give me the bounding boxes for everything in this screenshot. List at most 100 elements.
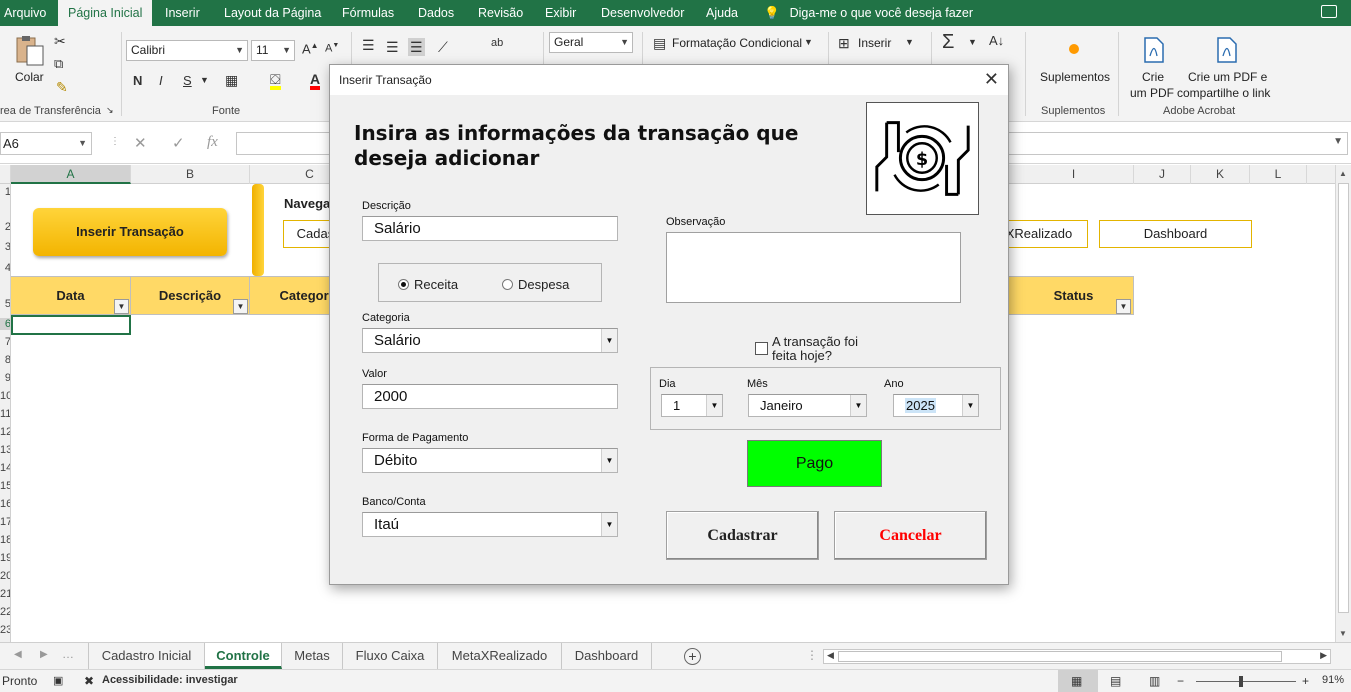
sort-filter-icon[interactable]: A↓ [989, 34, 1004, 47]
tab-inserir[interactable]: Inserir [165, 0, 200, 26]
row-header[interactable]: 10 [0, 390, 10, 402]
filter-dropdown-icon[interactable]: ▼ [1116, 299, 1131, 314]
create-pdf-line2[interactable]: um PDF [1130, 86, 1174, 100]
font-size-combo[interactable]: 11 ▼ [251, 40, 295, 61]
row-header[interactable]: 14 [0, 462, 10, 474]
italic-button[interactable]: I [159, 74, 163, 87]
categoria-select[interactable]: Salário ▼ [362, 328, 618, 353]
sheet-tab-fluxo-caixa[interactable]: Fluxo Caixa [343, 643, 438, 669]
row-header[interactable]: 7 [0, 336, 10, 348]
scroll-down-icon[interactable]: ▼ [1339, 629, 1347, 638]
row-header[interactable]: 8 [0, 354, 10, 366]
macro-record-icon[interactable]: ▣ [53, 674, 63, 687]
wrap-text-icon[interactable]: ab [491, 38, 503, 49]
ano-select[interactable]: 2025 ▼ [893, 394, 979, 417]
vertical-scrollbar[interactable]: ▲ ▼ [1335, 165, 1351, 642]
tab-formulas[interactable]: Fórmulas [342, 0, 394, 26]
add-sheet-button[interactable]: + [684, 648, 701, 665]
nav-dashboard-button[interactable]: Dashboard [1099, 220, 1252, 248]
underline-button[interactable]: S [183, 74, 192, 87]
create-pdf-line1[interactable]: Crie [1142, 70, 1164, 84]
row-header[interactable]: 2 [0, 221, 10, 233]
borders-icon[interactable]: ▦ [225, 73, 238, 87]
insert-transaction-button[interactable]: Inserir Transação [33, 208, 227, 256]
sheet-tab-cadastro-inicial[interactable]: Cadastro Inicial [88, 643, 205, 669]
row-header[interactable]: 13 [0, 444, 10, 456]
name-box[interactable]: A6 ▼ [0, 132, 92, 155]
paste-icon[interactable] [14, 34, 48, 68]
addins-button[interactable]: Suplementos [1040, 70, 1110, 84]
conditional-formatting-button[interactable]: Formatação Condicional [672, 36, 802, 50]
autosum-icon[interactable]: Σ [942, 32, 954, 52]
radio-despesa[interactable]: Despesa [502, 277, 569, 292]
splitter-icon[interactable]: ⋮ [806, 648, 818, 662]
share-pdf-line2[interactable]: compartilhe o link [1177, 86, 1270, 100]
row-header[interactable]: 19 [0, 552, 10, 564]
chevron-down-icon[interactable]: ▼ [905, 38, 914, 47]
increase-font-icon[interactable]: A▲ [302, 42, 319, 56]
orientation-icon[interactable]: ⟋ [438, 40, 448, 54]
pdf-icon[interactable] [1141, 36, 1167, 64]
page-break-icon[interactable]: ▥ [1149, 674, 1160, 688]
valor-input[interactable]: 2000 [362, 384, 618, 409]
pago-button[interactable]: Pago [747, 440, 882, 487]
zoom-level[interactable]: 91% [1322, 674, 1344, 686]
scroll-thumb[interactable] [838, 651, 1282, 662]
tab-pagina-inicial[interactable]: Página Inicial [58, 0, 153, 26]
dialog-launcher-icon[interactable]: ↘ [106, 106, 114, 115]
tab-exibir[interactable]: Exibir [545, 0, 576, 26]
chevron-down-icon[interactable]: ▼ [601, 449, 617, 472]
scroll-up-icon[interactable]: ▲ [1339, 169, 1347, 178]
zoom-out-icon[interactable]: − [1177, 674, 1184, 688]
forma-pagamento-select[interactable]: Débito ▼ [362, 448, 618, 473]
column-header-k[interactable]: K [1191, 165, 1250, 184]
tab-revisao[interactable]: Revisão [478, 0, 523, 26]
today-checkbox[interactable] [755, 342, 768, 355]
column-header-a[interactable]: A [11, 165, 131, 184]
addins-icon[interactable] [1069, 44, 1079, 54]
scroll-left-icon[interactable]: ◀ [827, 650, 834, 661]
close-icon[interactable]: ✕ [984, 69, 999, 90]
banco-select[interactable]: Itaú ▼ [362, 512, 618, 537]
row-header[interactable]: 11 [0, 408, 10, 420]
insert-cells-icon[interactable]: ⊞ [838, 36, 850, 50]
sheet-tab-metas[interactable]: Metas [282, 643, 343, 669]
number-format-combo[interactable]: Geral ▼ [549, 32, 633, 53]
row-header-selected[interactable]: 6 [0, 318, 10, 330]
insert-cells-button[interactable]: Inserir [858, 36, 891, 50]
chevron-down-icon[interactable]: ▼ [804, 38, 813, 47]
sheet-tab-controle[interactable]: Controle [205, 643, 282, 669]
align-middle-icon[interactable]: ☰ [386, 40, 399, 54]
accessibility-status[interactable]: Acessibilidade: investigar [102, 674, 238, 686]
row-header[interactable]: 16 [0, 498, 10, 510]
cut-icon[interactable]: ✂ [54, 34, 66, 48]
row-header[interactable]: 17 [0, 516, 10, 528]
sheet-tab-metaxrealizado[interactable]: MetaXRealizado [438, 643, 562, 669]
insert-function-button[interactable]: fx [207, 134, 218, 151]
fill-color-icon[interactable]: ⛋ [270, 72, 281, 90]
chevron-down-icon[interactable]: ▼ [200, 76, 209, 85]
sheet-tab-dashboard[interactable]: Dashboard [562, 643, 652, 669]
next-sheet-icon[interactable]: ▶ [40, 649, 48, 660]
font-color-icon[interactable]: A [310, 72, 321, 90]
filter-dropdown-icon[interactable]: ▼ [233, 299, 248, 314]
row-header[interactable]: 20 [0, 570, 10, 582]
share-pdf-line1[interactable]: Crie um PDF e [1188, 70, 1267, 84]
row-header[interactable]: 22 [0, 606, 10, 618]
copy-icon[interactable]: ⧉ [54, 57, 63, 70]
comments-icon[interactable] [1321, 5, 1337, 18]
paste-label[interactable]: Colar [15, 70, 44, 84]
cadastrar-button[interactable]: Cadastrar [666, 511, 819, 560]
scroll-right-icon[interactable]: ▶ [1320, 650, 1327, 661]
bold-button[interactable]: N [133, 74, 142, 87]
radio-receita[interactable]: Receita [398, 277, 458, 292]
zoom-slider-thumb[interactable] [1239, 676, 1243, 687]
chevron-down-icon[interactable]: ▼ [601, 329, 617, 352]
pdf-share-icon[interactable] [1214, 36, 1240, 64]
chevron-down-icon[interactable]: ▼ [706, 395, 722, 416]
chevron-down-icon[interactable]: ▼ [968, 38, 977, 47]
select-all-corner[interactable] [0, 165, 11, 184]
chevron-down-icon[interactable]: ▼ [962, 395, 978, 416]
tab-arquivo[interactable]: Arquivo [4, 0, 46, 26]
tab-ajuda[interactable]: Ajuda [706, 0, 738, 26]
